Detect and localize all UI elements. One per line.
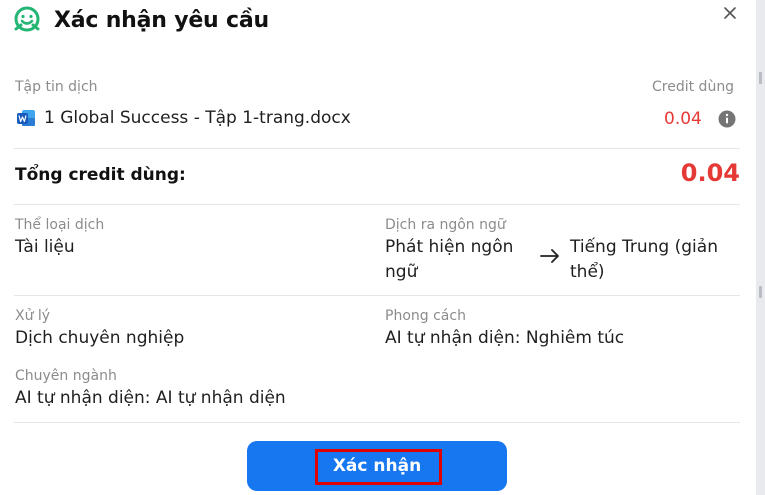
source-language-line1: Phát hiện ngôn — [385, 237, 514, 257]
total-credit-label: Tổng credit dùng: — [15, 165, 186, 185]
processing-value: Dịch chuyên nghiệp — [15, 328, 185, 348]
file-credit-value: 0.04 — [664, 109, 702, 129]
target-language-line2: thể) — [570, 262, 605, 282]
target-language-label: Dịch ra ngôn ngữ — [385, 217, 506, 233]
credit-used-label: Credit dùng — [652, 79, 735, 95]
background-edge-mark — [759, 286, 762, 298]
divider — [14, 295, 740, 296]
info-icon[interactable] — [718, 110, 736, 128]
background-edge-mark — [759, 72, 762, 84]
dialog-header: Xác nhận yêu cầu — [12, 4, 269, 36]
style-label: Phong cách — [385, 308, 466, 324]
field-value: AI tự nhận diện: AI tự nhận diện — [15, 388, 286, 408]
file-name: 1 Global Success - Tập 1-trang.docx — [44, 108, 351, 128]
confirm-request-dialog: Xác nhận yêu cầu Tập tin dịch Credit dùn… — [0, 0, 756, 495]
translation-type-value: Tài liệu — [15, 237, 75, 257]
file-label: Tập tin dịch — [15, 79, 98, 95]
source-language-line2: ngữ — [385, 262, 418, 282]
translation-type-label: Thể loại dịch — [15, 217, 105, 233]
arrow-right-icon — [540, 249, 559, 263]
dialog-title: Xác nhận yêu cầu — [54, 7, 269, 33]
processing-label: Xử lý — [15, 308, 51, 324]
word-document-icon — [17, 110, 35, 126]
target-language-line1: Tiếng Trung (giản — [570, 237, 718, 257]
confirm-button-highlight-box — [315, 449, 442, 485]
smiley-face-logo-icon — [12, 5, 42, 35]
divider — [14, 422, 740, 423]
divider — [14, 148, 740, 149]
file-row: 1 Global Success - Tập 1-trang.docx — [16, 108, 351, 128]
style-value: AI tự nhận diện: Nghiêm túc — [385, 328, 625, 348]
total-credit-value: 0.04 — [680, 159, 740, 187]
close-icon[interactable] — [716, 0, 744, 26]
divider — [14, 204, 740, 205]
field-label: Chuyên ngành — [15, 368, 117, 384]
